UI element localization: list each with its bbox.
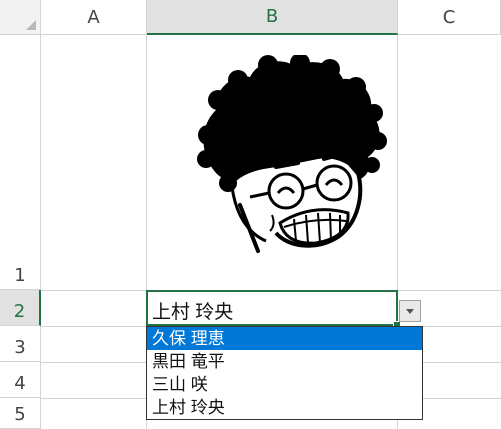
select-all-triangle-icon — [26, 20, 36, 30]
row-header-3[interactable]: 3 — [0, 326, 41, 362]
column-header-b[interactable]: B — [147, 0, 398, 35]
row-header-1[interactable]: 1 — [0, 35, 41, 290]
row-header-4[interactable]: 4 — [0, 362, 41, 398]
dropdown-option[interactable]: 上村 玲央 — [147, 396, 422, 419]
row-header-5[interactable]: 5 — [0, 398, 41, 429]
column-header-a[interactable]: A — [41, 0, 147, 35]
dropdown-option[interactable]: 三山 咲 — [147, 373, 422, 396]
select-all-corner[interactable] — [0, 0, 41, 35]
dropdown-button[interactable] — [399, 300, 421, 322]
active-cell-b2[interactable]: 上村 玲央 — [146, 290, 398, 326]
dropdown-list: 久保 理恵 黒田 竜平 三山 咲 上村 玲央 — [146, 326, 423, 420]
dropdown-option[interactable]: 久保 理恵 — [147, 327, 422, 350]
row-header-2[interactable]: 2 — [0, 290, 41, 326]
dropdown-option[interactable]: 黒田 竜平 — [147, 350, 422, 373]
column-header-row: A B C — [0, 0, 501, 35]
column-header-c[interactable]: C — [398, 0, 501, 35]
chevron-down-icon — [406, 308, 414, 314]
avatar-illustration-icon — [197, 55, 387, 253]
